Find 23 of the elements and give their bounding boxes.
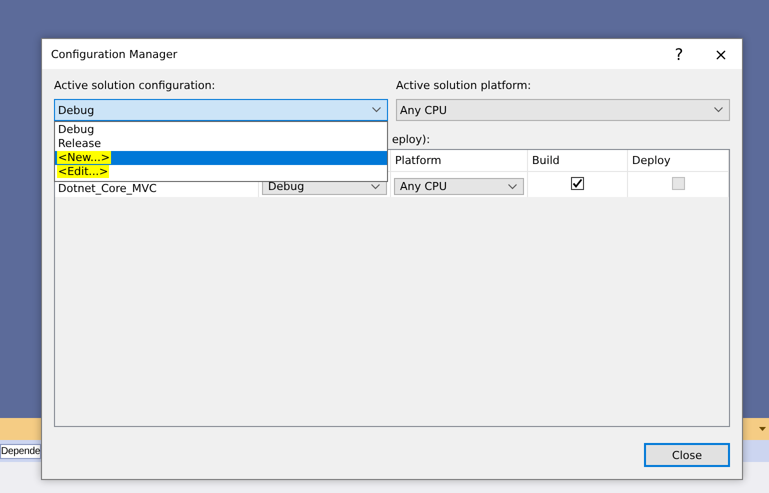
close-button[interactable]: × xyxy=(700,44,742,64)
dropdown-option[interactable]: Release xyxy=(55,137,387,151)
chevron-icon xyxy=(508,184,517,190)
platform-dropdown[interactable]: Any CPU xyxy=(396,99,730,121)
configuration-dropdown[interactable]: Debug xyxy=(54,99,388,121)
chevron-icon xyxy=(371,184,380,190)
option-text: Debug xyxy=(57,123,96,136)
help-button[interactable]: ? xyxy=(658,44,700,64)
close-dialog-button[interactable]: Close xyxy=(644,443,730,467)
dropdown-arrow-icon[interactable] xyxy=(759,427,766,431)
grid-label: eploy): xyxy=(392,133,430,146)
chevron-icon xyxy=(372,107,381,113)
dropdown-option[interactable]: <New...> xyxy=(55,151,387,165)
checkbox[interactable] xyxy=(571,177,584,190)
chevron-icon xyxy=(714,107,723,113)
field-label: Active solution platform: xyxy=(396,79,532,94)
option-text: <New...> xyxy=(57,151,111,164)
document-tab[interactable]: Depende xyxy=(0,444,42,458)
window-title: Configuration Manager xyxy=(51,48,178,60)
field-label: Active solution configuration: xyxy=(54,79,216,94)
dropdown-option[interactable]: Debug xyxy=(55,123,387,137)
option-text: Release xyxy=(57,137,102,150)
platform-cell-dropdown[interactable]: Any CPU xyxy=(394,178,524,195)
